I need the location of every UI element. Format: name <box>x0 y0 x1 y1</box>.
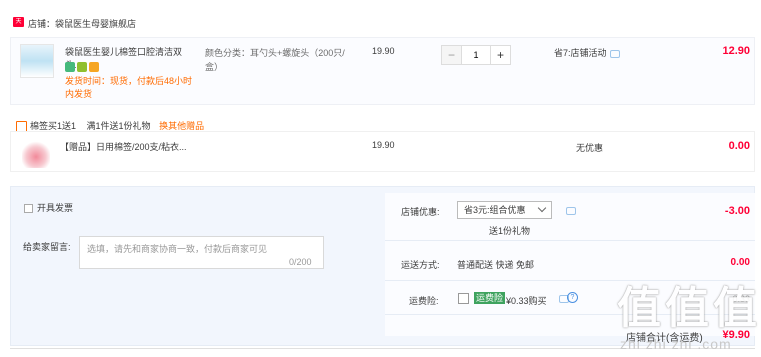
shipping-method-value: 普通配送 快递 免邮 <box>457 260 535 270</box>
insurance-label: 运费险: <box>409 296 439 306</box>
chat-icon[interactable] <box>609 49 620 58</box>
shipping-amount: 0.00 <box>730 257 750 268</box>
invoice-label: 开具发票 <box>37 203 74 213</box>
gift-label: 棉签买1送1 <box>30 121 77 131</box>
tmall-badge: 天猫 <box>13 17 24 35</box>
shop-discount-selected: 省3元:组合优惠 <box>464 205 526 215</box>
quantity-input[interactable] <box>462 46 490 64</box>
product-spec: 颜色分类：耳勺头+螺旋头（200只/盒） <box>205 48 345 72</box>
credit-card-icon <box>89 61 99 72</box>
item-total: 12.90 <box>722 45 750 57</box>
shop-discount-value: -3.00 <box>724 205 750 217</box>
gift-promo: 无优惠 <box>576 143 604 153</box>
promo-text: 省7:店铺活动 <box>554 48 607 58</box>
service-icons <box>65 61 101 72</box>
invoice-checkbox[interactable] <box>24 204 33 214</box>
watermark-text: zhi zhi zhi .com <box>620 336 732 352</box>
quantity-stepper: − + <box>441 45 511 65</box>
store-name[interactable]: 店铺：袋鼠医生母婴旗舰店 <box>28 17 136 30</box>
gift-rule: 满1件送1份礼物 <box>86 121 151 131</box>
decrease-button[interactable]: − <box>442 46 462 64</box>
shop-discount-label: 店铺优惠: <box>401 207 440 217</box>
insurance-tag: 运费险 <box>474 292 506 304</box>
change-gift-link[interactable]: 换其他赠品 <box>159 121 204 131</box>
chat-icon[interactable] <box>563 205 576 215</box>
promo-info: 省7:店铺活动 <box>554 46 620 59</box>
help-icon[interactable]: ? <box>567 292 578 303</box>
shop-discount-select[interactable]: 省3元:组合优惠 <box>457 201 552 219</box>
guarantee-icon <box>77 61 87 72</box>
product-thumbnail[interactable] <box>20 44 54 78</box>
bubble-icon <box>566 206 576 215</box>
insurance-price: ¥0.33购买 <box>506 296 547 306</box>
seven-day-return-icon <box>65 61 75 72</box>
invoice-option[interactable]: 开具发票 <box>24 201 73 214</box>
insurance-checkbox[interactable] <box>458 293 469 304</box>
gift-total: 0.00 <box>728 140 750 152</box>
shipping-method-label: 运送方式: <box>401 260 440 270</box>
message-char-count: 0/200 <box>289 257 312 267</box>
message-placeholder: 选填，请先和商家协商一致，付款后商家可见 <box>87 244 268 254</box>
chevron-down-icon <box>537 203 547 213</box>
gift-title[interactable]: 【赠品】日用棉签/200支/粘衣... <box>60 140 187 153</box>
gift-note: 送1份礼物 <box>489 226 531 236</box>
watermark-logo: 值值值 <box>617 284 761 333</box>
increase-button[interactable]: + <box>490 46 510 64</box>
gift-unit-price: 19.90 <box>372 140 395 150</box>
unit-price: 19.90 <box>372 46 395 56</box>
divider <box>385 240 755 241</box>
shipping-time: 发货时间：现货，付款后48小时内发货 <box>65 76 193 99</box>
message-label: 给卖家留言: <box>23 242 71 252</box>
gift-thumbnail[interactable] <box>22 140 50 168</box>
